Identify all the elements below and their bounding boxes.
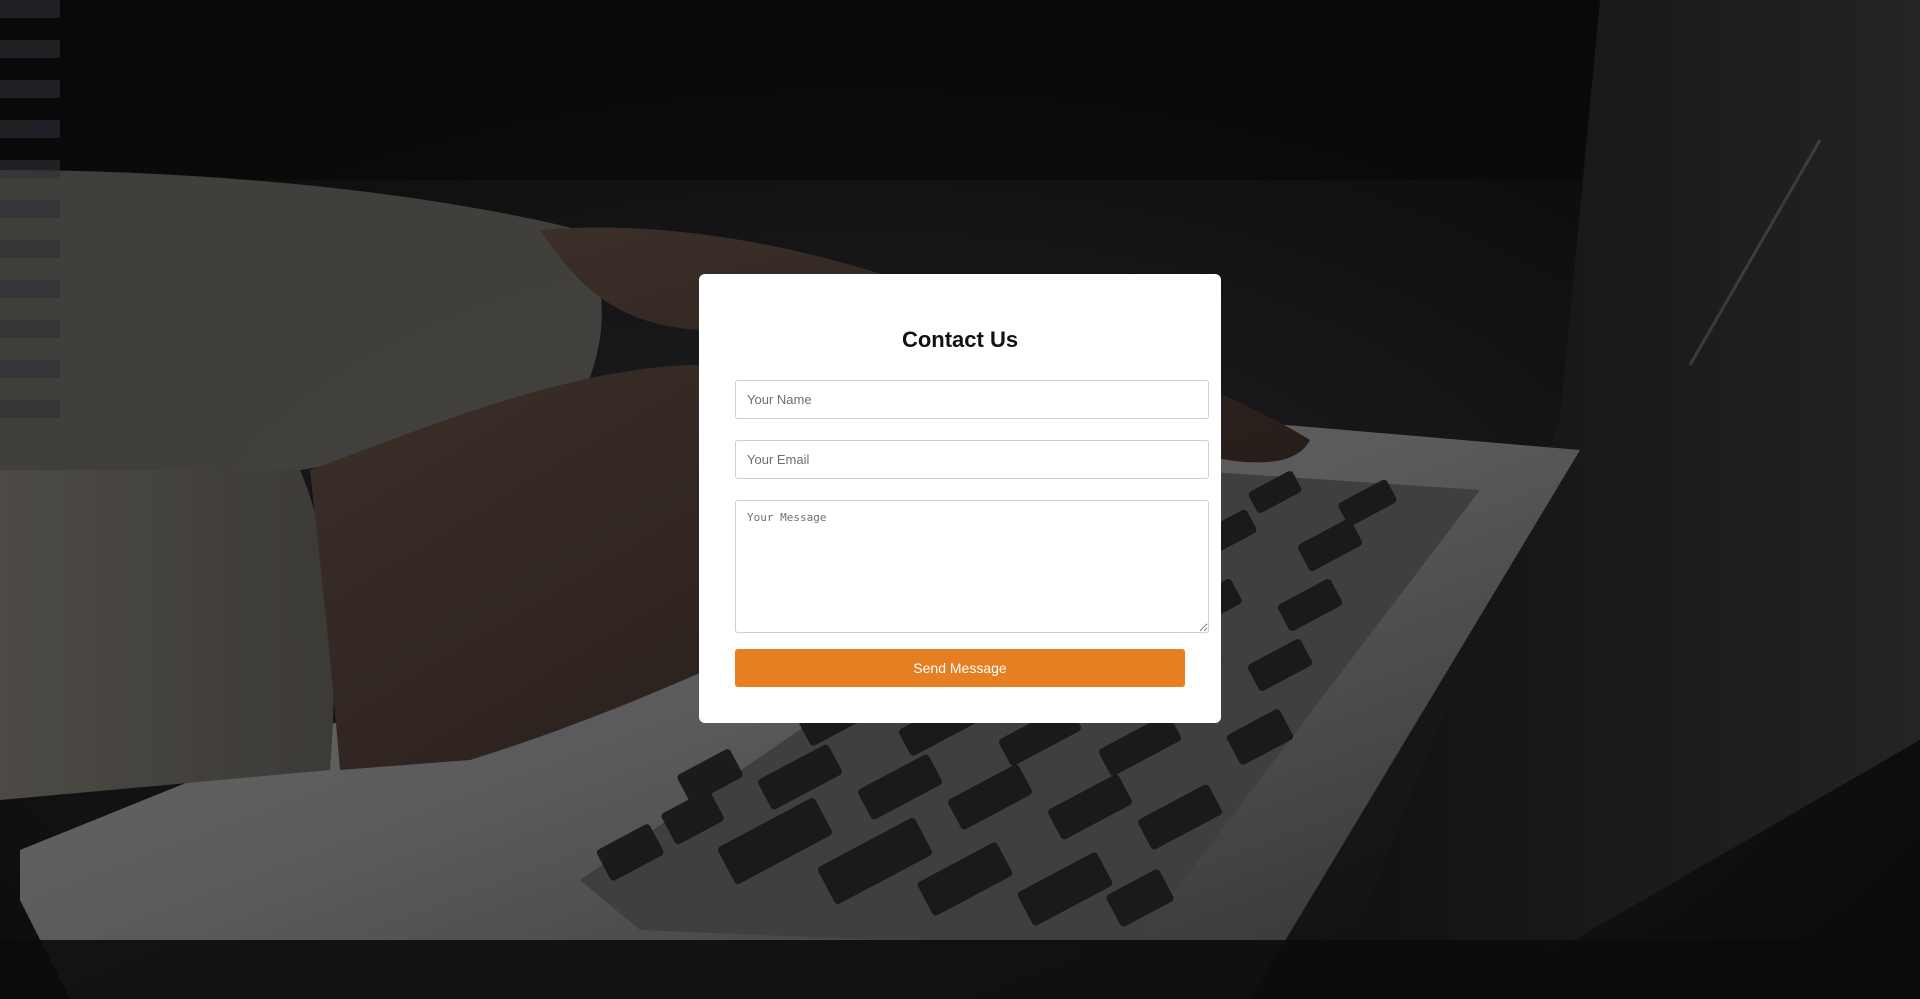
send-message-button[interactable]: Send Message xyxy=(735,649,1185,687)
form-title: Contact Us xyxy=(901,327,1019,352)
contact-form-card: Contact Us Send Message xyxy=(699,274,1221,723)
message-textarea[interactable] xyxy=(735,500,1209,633)
page: Contact Us Send Message xyxy=(0,0,1920,999)
email-input[interactable] xyxy=(735,440,1209,479)
name-input[interactable] xyxy=(735,380,1209,419)
